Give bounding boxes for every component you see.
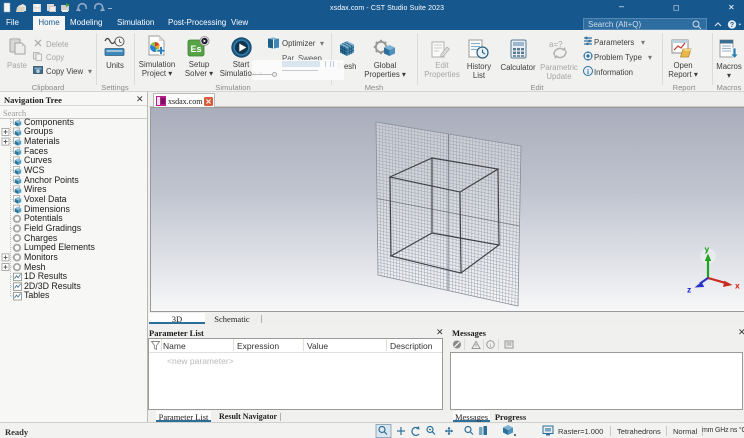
svg-text:z: z (687, 285, 691, 295)
svg-text:Es: Es (190, 44, 201, 54)
svg-text:?: ? (730, 22, 734, 29)
svg-text:i: i (490, 342, 492, 349)
svg-text:x: x (735, 281, 740, 291)
svg-text:y: y (705, 244, 710, 254)
